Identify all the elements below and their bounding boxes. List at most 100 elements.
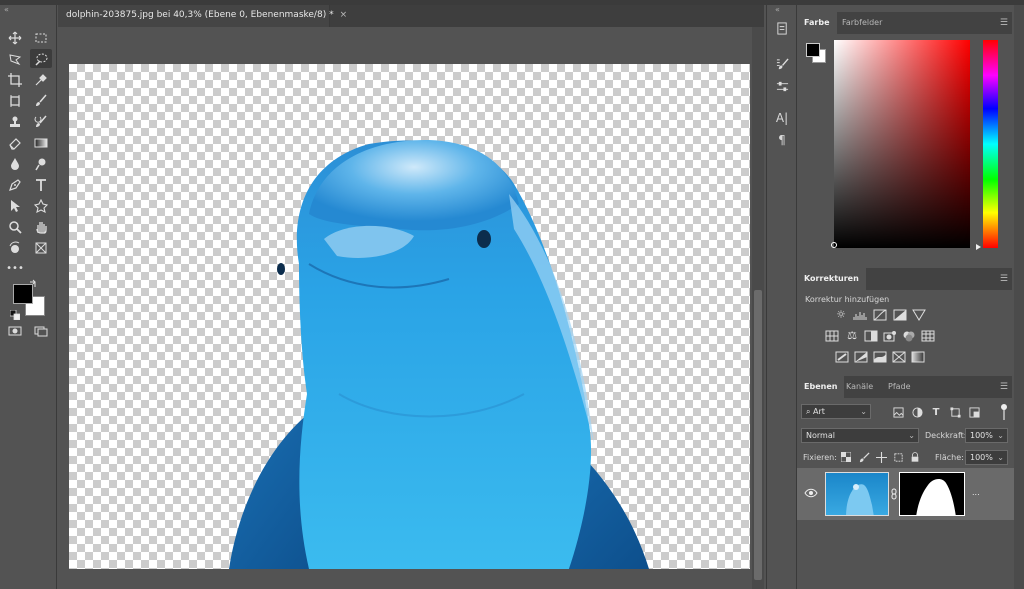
zoom-icon[interactable] xyxy=(4,217,26,236)
curves-icon[interactable] xyxy=(873,308,887,321)
mask-link-icon[interactable] xyxy=(891,488,897,500)
history-icon[interactable] xyxy=(773,19,791,37)
type-icon[interactable] xyxy=(30,175,52,194)
blend-mode-select[interactable]: Normal ⌄ xyxy=(801,428,919,443)
exposure-icon[interactable] xyxy=(893,308,907,321)
filter-toggle-icon[interactable] xyxy=(1000,403,1008,421)
shape-icon[interactable] xyxy=(30,196,52,215)
color-picker-marker[interactable] xyxy=(831,242,837,248)
color-panel-header: Farbe Farbfelder ☰ xyxy=(797,12,1012,34)
quick-mask-icon[interactable] xyxy=(4,321,26,340)
move-icon[interactable] xyxy=(4,28,26,47)
dolphin-image xyxy=(229,139,649,569)
history-brush-icon[interactable] xyxy=(30,112,52,131)
visibility-eye-icon[interactable] xyxy=(804,488,818,498)
adjustments-sliders-icon[interactable] xyxy=(773,77,791,95)
more-tools-icon[interactable]: ••• xyxy=(4,259,26,278)
opacity-input[interactable]: 100% ⌄ xyxy=(965,428,1008,443)
layer-filter-select[interactable]: ⌕ Art ⌄ xyxy=(801,404,871,419)
default-colors-icon[interactable] xyxy=(9,309,21,321)
character-icon[interactable]: A| xyxy=(773,109,791,127)
hand-icon[interactable] xyxy=(30,217,52,236)
hue-saturation-icon[interactable] xyxy=(825,329,839,342)
color-panel-fg-swatch[interactable] xyxy=(806,43,820,57)
tab-kanaele[interactable]: Kanäle xyxy=(839,376,880,398)
color-balance-icon[interactable]: ⚖ xyxy=(845,329,859,342)
color-panel-menu-icon[interactable]: ☰ xyxy=(1000,18,1008,28)
lock-image-icon[interactable] xyxy=(857,450,871,464)
layer-row[interactable]: ... xyxy=(797,468,1014,520)
tab-ebenen[interactable]: Ebenen xyxy=(797,376,845,398)
chevron-down-icon: ⌄ xyxy=(997,431,1004,440)
black-white-icon[interactable] xyxy=(864,329,878,342)
marquee-icon[interactable] xyxy=(30,28,52,47)
posterize-icon[interactable] xyxy=(854,350,868,363)
rotate-view-icon[interactable] xyxy=(4,238,26,257)
eyedropper-icon[interactable] xyxy=(30,70,52,89)
artboard-icon[interactable] xyxy=(30,238,52,257)
fill-label: Fläche: xyxy=(935,453,964,462)
path-selection-icon[interactable] xyxy=(4,196,26,215)
brush-icon[interactable] xyxy=(30,91,52,110)
dock-collapse-icon[interactable]: « xyxy=(775,5,780,14)
canvas-scrollbar-thumb[interactable] xyxy=(754,290,762,580)
filter-adjustment-icon[interactable] xyxy=(910,405,924,419)
channel-mixer-icon[interactable] xyxy=(902,329,916,342)
panel-dock-icons: « A| ¶ xyxy=(766,5,797,589)
eraser-icon[interactable] xyxy=(4,133,26,152)
tab-farbe[interactable]: Farbe xyxy=(797,12,837,34)
fill-input[interactable]: 100% ⌄ xyxy=(965,450,1008,465)
stamp-icon[interactable] xyxy=(4,112,26,131)
filter-pixel-icon[interactable] xyxy=(891,405,905,419)
adjustments-subtitle: Korrektur hinzufügen xyxy=(805,295,890,304)
selective-color-icon[interactable] xyxy=(892,350,906,363)
brush-settings-icon[interactable] xyxy=(773,55,791,73)
paragraph-icon[interactable]: ¶ xyxy=(773,131,791,149)
chevron-down-icon: ⌄ xyxy=(860,407,867,416)
vibrance-icon[interactable] xyxy=(912,308,926,321)
chevron-down-icon: ⌄ xyxy=(997,453,1004,462)
threshold-icon[interactable] xyxy=(873,350,887,363)
screen-mode-icon[interactable] xyxy=(30,321,52,340)
levels-icon[interactable] xyxy=(853,308,867,321)
blur-icon[interactable] xyxy=(4,154,26,173)
panels-scrollbar[interactable] xyxy=(1014,5,1024,589)
layers-panel-menu-icon[interactable]: ☰ xyxy=(1000,382,1008,392)
opacity-label: Deckkraft: xyxy=(925,431,967,440)
document-canvas[interactable] xyxy=(69,64,750,569)
frame-icon[interactable] xyxy=(4,91,26,110)
polygon-lasso-icon[interactable] xyxy=(4,49,26,68)
gradient-icon[interactable] xyxy=(30,133,52,152)
layer-thumbnail[interactable] xyxy=(825,472,889,516)
filter-type-icon[interactable]: T xyxy=(929,405,943,419)
pen-icon[interactable] xyxy=(4,175,26,194)
color-field[interactable] xyxy=(834,40,970,248)
brightness-icon[interactable]: ☼ xyxy=(834,308,848,321)
photo-filter-icon[interactable] xyxy=(883,329,897,342)
layer-mask-thumbnail[interactable] xyxy=(899,472,965,516)
lock-artboard-icon[interactable] xyxy=(891,450,905,464)
document-tab[interactable]: dolphin-203875.jpg bei 40,3% (Ebene 0, E… xyxy=(58,5,347,27)
invert-icon[interactable] xyxy=(835,350,849,363)
adjustments-panel-menu-icon[interactable]: ☰ xyxy=(1000,274,1008,284)
lock-transparency-icon[interactable] xyxy=(839,450,853,464)
hue-slider-handle[interactable] xyxy=(976,244,981,250)
crop-icon[interactable] xyxy=(4,70,26,89)
hue-slider[interactable] xyxy=(983,40,998,248)
gradient-map-icon[interactable] xyxy=(911,350,925,363)
tab-korrekturen[interactable]: Korrekturen xyxy=(797,268,866,290)
tab-farbfelder[interactable]: Farbfelder xyxy=(835,12,889,34)
toolbar-collapse-icon[interactable]: « xyxy=(4,5,9,14)
tools-panel: « ••• xyxy=(0,5,57,589)
tab-pfade[interactable]: Pfade xyxy=(881,376,918,398)
foreground-color-swatch[interactable] xyxy=(13,284,33,304)
filter-shape-icon[interactable] xyxy=(948,405,962,419)
lock-all-icon[interactable] xyxy=(908,450,922,464)
lock-position-icon[interactable] xyxy=(874,450,888,464)
filter-smartobject-icon[interactable] xyxy=(967,405,981,419)
quick-selection-icon[interactable] xyxy=(30,49,52,68)
close-tab-icon[interactable]: × xyxy=(340,10,348,20)
search-icon: ⌕ xyxy=(806,407,814,416)
dodge-icon[interactable] xyxy=(30,154,52,173)
color-lookup-icon[interactable] xyxy=(921,329,935,342)
